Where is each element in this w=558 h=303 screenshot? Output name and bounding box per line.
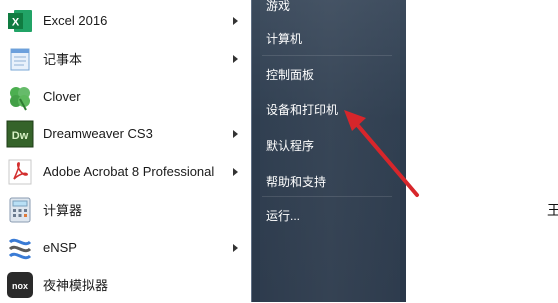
background-text: 王 [547,203,558,219]
annotation-arrow-icon [344,110,419,197]
